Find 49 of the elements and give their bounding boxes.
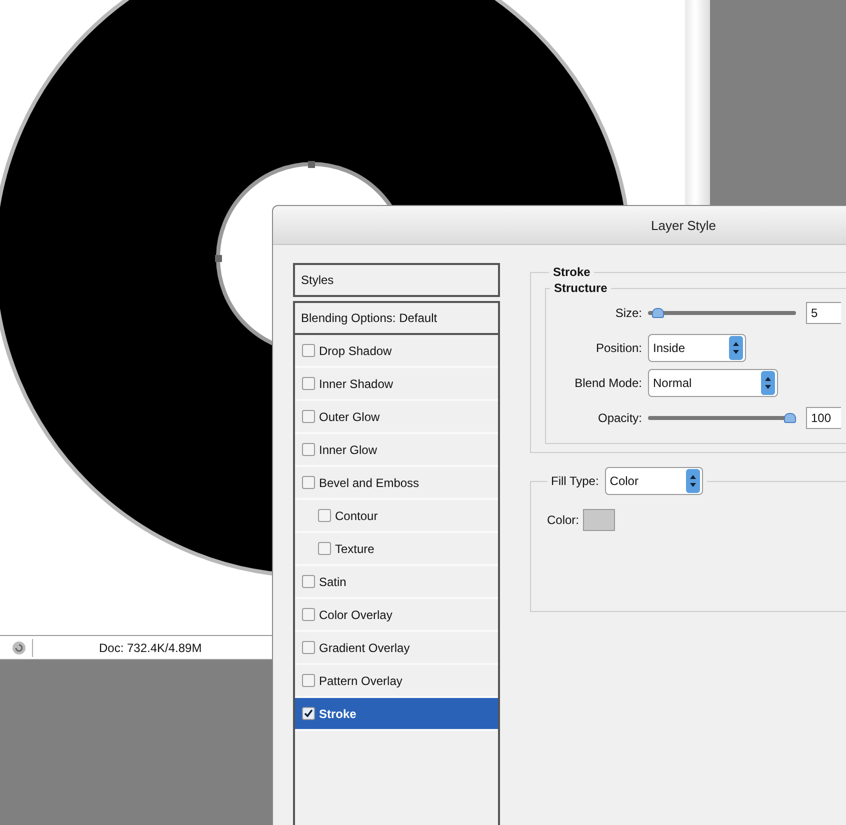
dropdown[interactable]: Color bbox=[604, 467, 703, 495]
effect-item[interactable]: Contour bbox=[295, 500, 498, 533]
checkbox[interactable] bbox=[302, 707, 315, 720]
field-label: Fill Type: bbox=[551, 474, 599, 488]
updown-arrows-icon bbox=[686, 469, 700, 493]
dialog-title: Layer Style bbox=[651, 218, 716, 232]
field-label: Blend Mode: bbox=[574, 376, 642, 390]
effect-item[interactable]: Inner Shadow bbox=[295, 368, 498, 401]
checkbox[interactable] bbox=[302, 344, 315, 357]
checkbox[interactable] bbox=[302, 443, 315, 456]
effect-item[interactable]: Bevel and Emboss bbox=[295, 467, 498, 500]
checkbox[interactable] bbox=[302, 410, 315, 423]
checkbox[interactable] bbox=[302, 674, 315, 687]
checkbox[interactable] bbox=[302, 377, 315, 390]
document-size-text: Doc: 732.4K/4.89M bbox=[99, 640, 202, 654]
slider-thumb[interactable] bbox=[784, 412, 796, 422]
updown-arrows-icon bbox=[761, 370, 775, 394]
blending-options-item[interactable]: Blending Options: Default bbox=[293, 301, 500, 333]
refresh-icon[interactable] bbox=[12, 640, 26, 654]
effect-item[interactable]: Drop Shadow bbox=[295, 335, 498, 368]
field-label: Opacity: bbox=[596, 410, 642, 424]
color-swatch[interactable] bbox=[583, 509, 616, 531]
effect-item[interactable]: Color Overlay bbox=[295, 599, 498, 632]
group-title: Stroke bbox=[552, 265, 592, 279]
checkbox[interactable] bbox=[302, 641, 315, 654]
effect-item[interactable]: Inner Glow bbox=[295, 434, 498, 467]
slider-track[interactable] bbox=[648, 412, 796, 422]
checkbox[interactable] bbox=[302, 476, 315, 489]
dropdown[interactable]: Normal bbox=[648, 368, 778, 396]
checkbox[interactable] bbox=[302, 608, 315, 621]
group-title: Structure bbox=[553, 281, 608, 295]
field-label: Position: bbox=[594, 340, 642, 354]
checkbox[interactable] bbox=[318, 509, 331, 522]
effect-item[interactable]: Satin bbox=[295, 566, 498, 599]
effect-item[interactable]: Texture bbox=[295, 533, 498, 566]
slider-thumb[interactable] bbox=[652, 308, 664, 318]
effect-item[interactable]: Stroke bbox=[295, 698, 498, 731]
checkbox[interactable] bbox=[302, 575, 315, 588]
input-field[interactable]: 100 bbox=[806, 406, 841, 428]
dropdown[interactable]: Inside bbox=[648, 334, 746, 362]
styles-header[interactable]: Styles bbox=[293, 263, 500, 297]
updown-arrows-icon bbox=[729, 336, 743, 360]
slider-track[interactable] bbox=[648, 308, 796, 318]
input-field[interactable]: 5 bbox=[806, 302, 841, 324]
effect-item[interactable]: Gradient Overlay bbox=[295, 632, 498, 665]
field-label: Color: bbox=[547, 513, 580, 527]
checkbox[interactable] bbox=[318, 542, 331, 555]
effect-item[interactable]: Outer Glow bbox=[295, 401, 498, 434]
field-label: Size: bbox=[614, 306, 642, 320]
